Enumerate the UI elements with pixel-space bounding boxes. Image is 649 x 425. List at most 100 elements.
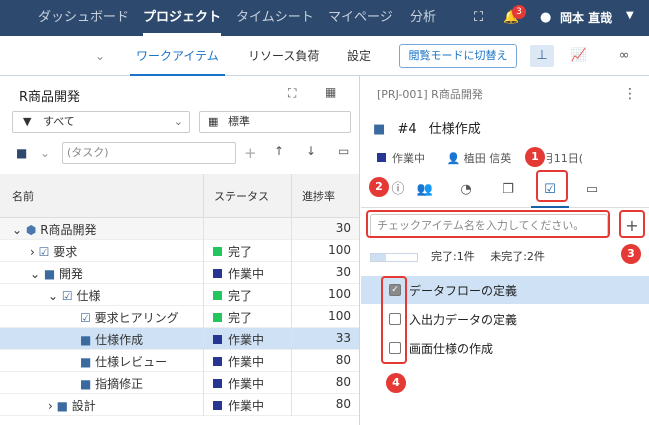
nav-analysis[interactable]: 分析 <box>410 0 436 36</box>
tree-toggle-icon: › ☑ 要求 <box>30 245 78 259</box>
item-number: #4 <box>397 122 417 137</box>
row-progress: 80 <box>335 353 351 367</box>
filter-icon: ▼ <box>23 115 32 128</box>
more-icon[interactable]: ⋮ <box>623 86 637 102</box>
item-meta: 作業中 👤 植田 信英 10月11日( <box>377 150 583 166</box>
notification-badge: 3 <box>512 5 526 19</box>
chevron-down-icon[interactable]: ⌄ <box>40 146 50 160</box>
glasses-icon[interactable]: ∞ <box>612 45 636 67</box>
briefcase-icon: ■ 指摘修正 <box>80 377 144 391</box>
calendar-icon[interactable]: ▦ <box>325 85 336 99</box>
callout-3: 3 <box>621 244 641 264</box>
row-progress: 100 <box>328 243 351 257</box>
callout-frame-add <box>619 210 645 238</box>
check-item-label: 入出力データの定義 <box>409 313 518 327</box>
row-name: 要求 <box>53 245 78 259</box>
briefcase-icon: ■ <box>373 122 386 137</box>
row-name: 仕様作成 <box>95 333 144 347</box>
task-type-input[interactable]: (タスク) <box>62 142 236 164</box>
row-status: 作業中 <box>213 397 264 414</box>
table-row[interactable]: ⌄ ⬢ R商品開発 30 <box>0 218 359 240</box>
chevron-down-icon[interactable]: ⌄ <box>95 36 105 76</box>
briefcase-icon[interactable]: ■ <box>16 146 27 160</box>
table-row[interactable]: ⌄ ☑ 仕様 完了 100 <box>0 284 359 306</box>
copy-icon[interactable]: ❐ <box>495 178 521 202</box>
row-progress: 100 <box>328 309 351 323</box>
row-name: 要求ヒアリング <box>94 311 179 325</box>
table-row[interactable]: › ■ 設計 作業中 80 <box>0 394 359 416</box>
user-icon: ● <box>540 10 552 25</box>
table-icon: ▦ <box>208 115 219 128</box>
callout-1: 1 <box>525 147 545 167</box>
filter-value: すべて <box>43 115 75 128</box>
chevron-down-icon[interactable]: ▼ <box>626 10 634 21</box>
folder-icon[interactable]: ▭ <box>338 144 349 158</box>
row-status: 作業中 <box>213 265 264 282</box>
arrow-down-icon[interactable]: ↓ <box>306 144 316 158</box>
user-name[interactable]: 岡本 直哉 <box>560 0 612 36</box>
project-code: [PRJ-001] R商品開発 <box>377 88 483 101</box>
col-name[interactable]: 名前 <box>12 188 34 204</box>
row-status: 作業中 <box>213 331 264 348</box>
table-row[interactable]: ■ 仕様レビュー 作業中 80 <box>0 350 359 372</box>
comment-icon[interactable]: ▭ <box>579 178 605 202</box>
row-name: 指摘修正 <box>95 377 144 391</box>
table-row[interactable]: › ☑ 要求 完了 100 <box>0 240 359 262</box>
check-task-icon: ☑ 要求ヒアリング <box>80 311 179 325</box>
row-name: R商品開発 <box>40 223 97 237</box>
view-select[interactable]: ▦ 標準 <box>199 111 351 133</box>
hierarchy-icon[interactable]: ⊥ <box>530 45 554 67</box>
row-status: 作業中 <box>213 375 264 392</box>
progress-icon[interactable]: ◔ <box>453 178 479 202</box>
expand-icon[interactable]: ⛶ <box>288 86 296 101</box>
item-status[interactable]: 作業中 <box>392 152 425 165</box>
table-row[interactable]: ■ 指摘修正 作業中 80 <box>0 372 359 394</box>
row-progress: 33 <box>335 331 351 345</box>
check-item-label: 画面仕様の作成 <box>409 342 494 356</box>
row-name: 仕様 <box>76 289 101 303</box>
checklist-progress-bar <box>370 253 418 262</box>
done-count: 完了:1件 <box>431 250 475 263</box>
nav-dashboard[interactable]: ダッシュボード <box>38 0 129 36</box>
grid-header: 名前 ステータス 進捗率 <box>0 174 359 218</box>
nav-timesheet[interactable]: タイムシート <box>236 0 314 36</box>
nav-mypage[interactable]: マイページ <box>328 0 393 36</box>
row-progress: 100 <box>328 287 351 301</box>
row-progress: 80 <box>335 397 351 411</box>
undone-count: 未完了:2件 <box>490 250 545 263</box>
work-item-title: ■ #4 仕様作成 <box>373 118 481 137</box>
fullscreen-icon[interactable]: ⛶ <box>474 10 483 25</box>
row-name: 設計 <box>71 399 96 413</box>
sub-nav: ⌄ ワークアイテム リソース負荷 設定 閲覧モードに切替え ⊥ 📈 ∞ <box>0 36 649 76</box>
arrow-up-icon[interactable]: ↑ <box>274 144 284 158</box>
tree-toggle-icon: ⌄ ■ 開発 <box>30 267 84 281</box>
table-row-selected[interactable]: ■ 仕様作成 作業中 33 <box>0 328 359 350</box>
tree-toggle-icon: › ■ 設計 <box>48 399 96 413</box>
work-item-panel: R商品開発 ⛶ ▦ ▼ すべて ⌄ ▦ 標準 ■ ⌄ (タスク) + ↑ ↓ ▭… <box>0 76 360 425</box>
row-progress: 80 <box>335 375 351 389</box>
table-row[interactable]: ☑ 要求ヒアリング 完了 100 <box>0 306 359 328</box>
row-progress: 30 <box>335 221 351 235</box>
item-assignee[interactable]: 植田 信英 <box>464 152 512 165</box>
add-icon[interactable]: + <box>244 144 257 162</box>
chart-icon[interactable]: 📈 <box>567 45 591 67</box>
read-mode-button[interactable]: 閲覧モードに切替え <box>399 44 517 68</box>
filter-select[interactable]: ▼ すべて ⌄ <box>12 111 190 133</box>
tab-settings[interactable]: 設定 <box>347 36 371 76</box>
table-row[interactable]: ⌄ ■ 開発 作業中 30 <box>0 262 359 284</box>
col-progress[interactable]: 進捗率 <box>302 188 335 204</box>
row-status: 完了 <box>213 243 252 260</box>
progress-fill <box>371 254 387 261</box>
tab-resource-load[interactable]: リソース負荷 <box>248 36 319 76</box>
tree-toggle-icon: ⌄ ☑ 仕様 <box>48 289 101 303</box>
work-item-grid: 名前 ステータス 進捗率 ⌄ ⬢ R商品開発 30 › ☑ 要求 完了 100 … <box>0 174 359 416</box>
col-status[interactable]: ステータス <box>214 188 269 204</box>
people-icon[interactable]: 👥 <box>412 178 438 202</box>
row-name: 仕様レビュー <box>95 355 168 369</box>
checklist-counts: 完了:1件 未完了:2件 <box>431 248 545 264</box>
nav-project[interactable]: プロジェクト <box>143 0 222 36</box>
tab-info-icon[interactable]: ⓘ <box>385 178 411 202</box>
tab-work-items[interactable]: ワークアイテム <box>130 36 225 76</box>
item-title: 仕様作成 <box>428 122 481 137</box>
callout-frame-checkboxes <box>381 276 407 364</box>
